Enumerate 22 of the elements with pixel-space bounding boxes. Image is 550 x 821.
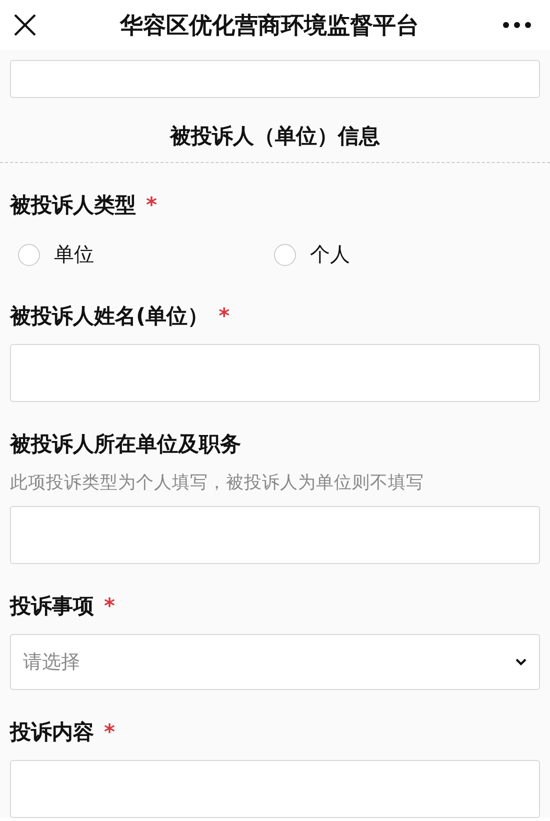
required-mark: * [104,594,115,618]
select-field[interactable]: 请选择 [10,634,540,690]
input-field[interactable] [10,60,540,98]
more-icon[interactable] [502,21,532,29]
field-hint: 此项投诉类型为个人填写，被投诉人为单位则不填写 [10,472,425,494]
required-mark: * [218,304,230,328]
chevron-down-icon [515,658,527,666]
section-title: 被投诉人（单位）信息 [170,123,380,150]
required-mark: * [104,720,115,744]
field-label: 投诉事项 [10,593,94,620]
field-label: 被投诉人所在单位及职务 [10,431,241,458]
page-title: 华容区优化营商环境监督平台 [120,12,419,40]
input-field[interactable] [10,344,540,402]
input-field[interactable] [10,760,540,818]
field-label: 被投诉人类型 [10,192,136,219]
field-label: 被投诉人姓名(单位） [10,303,209,330]
radio-option[interactable]: 个人 [274,241,530,268]
radio-option[interactable]: 单位 [18,241,274,268]
input-field[interactable] [10,506,540,564]
close-icon[interactable] [13,13,37,37]
field-label: 投诉内容 [10,719,94,746]
required-mark: * [146,193,157,217]
